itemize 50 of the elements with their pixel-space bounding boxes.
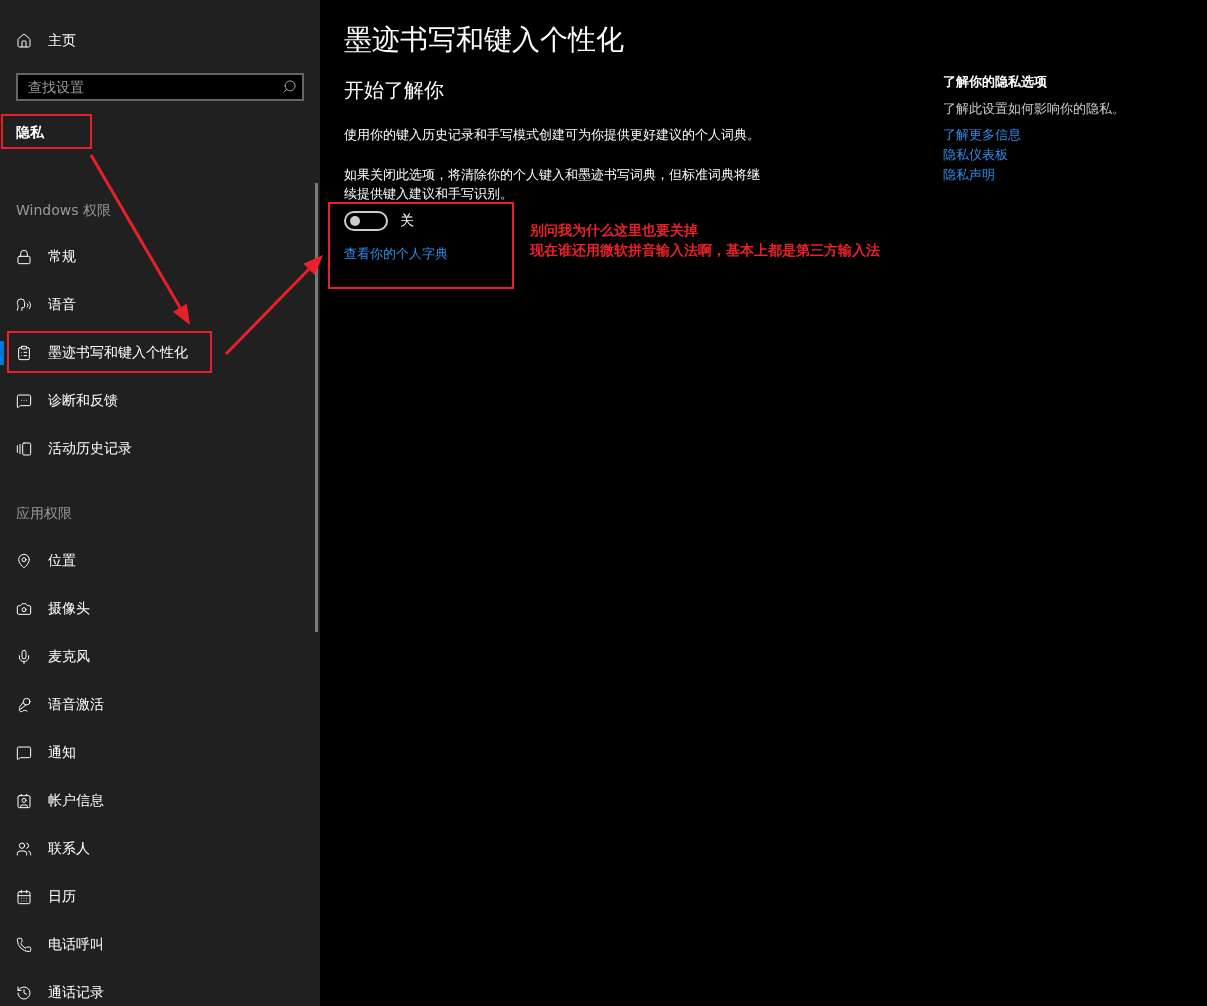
nav-item[interactable]: 诊断和反馈: [0, 377, 320, 425]
nav-item[interactable]: 通话记录: [0, 969, 320, 1006]
page-title: 墨迹书写和键入个性化: [344, 22, 625, 58]
camera-icon: [16, 601, 32, 617]
search-field[interactable]: 查找设置: [16, 73, 304, 101]
privacy-link[interactable]: 了解更多信息: [943, 125, 1021, 144]
home-nav-item[interactable]: 主页: [0, 17, 320, 65]
clipboard-icon: [16, 345, 32, 361]
privacy-link[interactable]: 隐私仪表板: [943, 145, 1008, 164]
section-title: 开始了解你: [344, 77, 445, 104]
nav-item[interactable]: 通知: [0, 729, 320, 777]
group-label: 应用权限: [15, 504, 73, 523]
search-icon: [282, 79, 297, 94]
nav-item[interactable]: 位置: [0, 537, 320, 585]
nav-item[interactable]: 帐户信息: [0, 777, 320, 825]
section-header: 隐私: [16, 123, 44, 142]
scrollbar[interactable]: [315, 183, 318, 632]
home-icon: [16, 33, 32, 49]
microphone-icon: [16, 649, 32, 665]
nav-item[interactable]: 常规: [0, 233, 320, 281]
nav-item[interactable]: 麦克风: [0, 633, 320, 681]
nav-item[interactable]: 电话呼叫: [0, 921, 320, 969]
lock-icon: [16, 249, 32, 265]
history-icon: [16, 985, 32, 1001]
stacked-panels-icon: [16, 441, 32, 457]
nav-item[interactable]: 摄像头: [0, 585, 320, 633]
nav-item[interactable]: 日历: [0, 873, 320, 921]
privacy-link[interactable]: 隐私声明: [943, 165, 995, 184]
nav-item[interactable]: 联系人: [0, 825, 320, 873]
chat-bubble-icon: [16, 393, 32, 409]
nav-item[interactable]: 语音: [0, 281, 320, 329]
description-text: 使用你的键入历史记录和手写模式创建可为你提供更好建议的个人词典。: [344, 126, 761, 144]
contact-card-icon: [16, 793, 32, 809]
group-label: Windows 权限: [15, 201, 112, 220]
dictionary-link[interactable]: 查看你的个人字典: [344, 244, 448, 263]
toggle-switch[interactable]: [344, 211, 388, 231]
note-text: 如果关闭此选项，将清除你的个人键入和墨迹书写词典，但标准词典将继续提供键入建议和手写识别。: [344, 166, 761, 203]
people-icon: [16, 841, 32, 857]
phone-icon: [16, 937, 32, 953]
annotation-note: 别问我为什么这里也要关掉 现在谁还用微软拼音输入法啊，基本上都是第三方输入法: [530, 221, 880, 260]
aside-text: 了解此设置如何影响你的隐私。: [943, 100, 1125, 118]
speaking-person-icon: [16, 297, 32, 313]
microphone-icon: [16, 697, 32, 713]
nav-item[interactable]: 活动历史记录: [0, 425, 320, 473]
toggle-label: 关: [400, 212, 414, 230]
calendar-icon: [16, 889, 32, 905]
map-pin-icon: [16, 553, 32, 569]
aside-heading: 了解你的隐私选项: [943, 73, 1048, 91]
speech-bubble-icon: [16, 745, 32, 761]
nav-item[interactable]: 语音激活: [0, 681, 320, 729]
